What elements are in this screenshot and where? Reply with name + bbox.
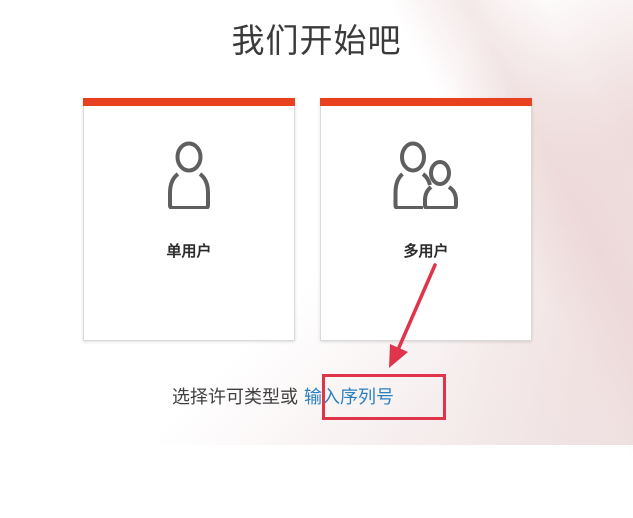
multi-user-label: 多用户 — [403, 242, 449, 260]
annotation-highlight-box — [322, 374, 446, 420]
single-user-label: 单用户 — [166, 242, 212, 260]
user-icon — [84, 141, 294, 209]
users-icon — [321, 141, 531, 209]
single-user-card[interactable]: 单用户 — [83, 98, 295, 341]
license-prompt-text: 选择许可类型或 — [172, 387, 298, 408]
page-title: 我们开始吧 — [231, 21, 402, 60]
card-accent-bar — [83, 98, 295, 106]
card-accent-bar — [320, 98, 532, 106]
multi-user-card[interactable]: 多用户 — [320, 98, 532, 341]
